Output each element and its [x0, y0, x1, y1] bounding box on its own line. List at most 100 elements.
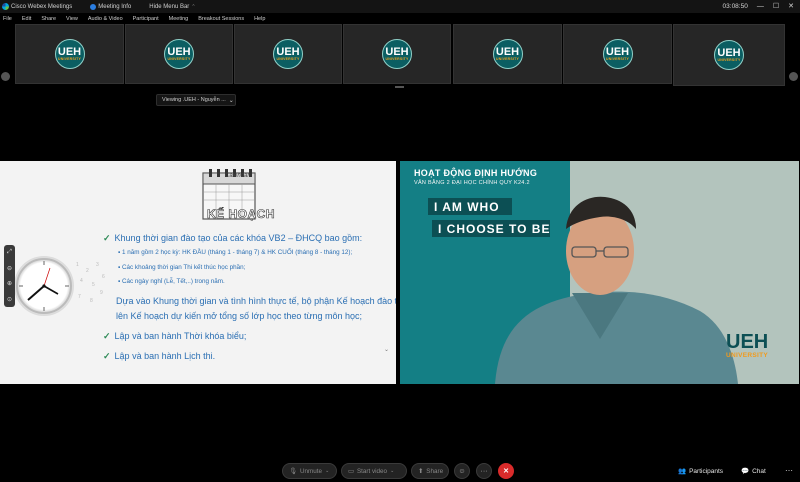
check-icon: ✓ — [103, 351, 111, 361]
participant-thumbnail[interactable]: UEH UNIVERSITY — [453, 24, 562, 84]
microphone-muted-icon: 🎙 — [289, 468, 297, 475]
check-icon: ✓ — [103, 233, 111, 243]
ueh-logo-icon: UEH UNIVERSITY — [54, 39, 85, 69]
unmute-button[interactable]: 🎙 Unmute ⌄ — [282, 463, 337, 479]
window-controls: 03:08:50 — ☐ ✕ — [723, 0, 794, 13]
ueh-logo-icon: UEH UNIVERSITY — [602, 39, 633, 69]
svg-text:2: 2 — [86, 268, 89, 274]
slide-bullet-exams: ▪ Các khoảng thời gian Thi kết thúc học … — [118, 264, 246, 271]
zoom-controls: ⤢ ⊖ ⊕ ⊙ — [4, 245, 15, 307]
menu-audio-video[interactable]: Audio & Video — [88, 16, 123, 22]
check-icon: ✓ — [103, 331, 111, 341]
video-off-icon: ▭ — [348, 467, 354, 475]
hide-menu-bar-label: Hide Menu Bar — [149, 3, 190, 10]
share-icon: ⬆ — [418, 467, 424, 475]
ueh-logo-icon: UEH UNIVERSITY — [714, 40, 744, 70]
slide-paragraph-line1: Dựa vào Khung thời gian và tình hình thự… — [116, 296, 396, 306]
viewing-selector[interactable]: Viewing .UEH - Nguyễn ... ⌄ — [156, 94, 236, 106]
svg-text:7: 7 — [78, 294, 81, 300]
calendar-label: Calendar — [225, 173, 250, 179]
menu-meeting[interactable]: Meeting — [169, 16, 189, 22]
zoom-out-icon[interactable]: ⊖ — [7, 265, 12, 272]
orientation-title: HOẠT ĐỘNG ĐỊNH HƯỚNG — [414, 168, 538, 178]
reactions-button[interactable]: ☺ — [454, 463, 470, 479]
leave-meeting-button[interactable]: ✕ — [498, 463, 514, 479]
participant-thumbnail[interactable]: UEH UNIVERSITY — [673, 24, 785, 86]
more-options-button[interactable]: ··· — [476, 463, 492, 479]
speaker-video: HOẠT ĐỘNG ĐỊNH HƯỚNG VĂN BẰNG 2 ĐẠI HỌC … — [400, 161, 799, 384]
fit-icon[interactable]: ⤢ — [7, 249, 12, 256]
webex-window: Cisco Webex Meetings Meeting Info Hide M… — [0, 0, 800, 482]
zoom-in-icon[interactable]: ⊕ — [7, 280, 12, 287]
svg-text:5: 5 — [92, 282, 95, 288]
menu-edit[interactable]: Edit — [22, 16, 31, 22]
viewing-label: Viewing .UEH - Nguyễn ... — [162, 97, 226, 103]
menu-file[interactable]: File — [3, 16, 12, 22]
svg-text:3: 3 — [96, 262, 99, 268]
meeting-info-button[interactable]: Meeting Info — [90, 3, 132, 10]
zoom-reset-icon[interactable]: ⊙ — [7, 296, 12, 303]
app-title: Cisco Webex Meetings — [11, 3, 73, 10]
menu-breakout-sessions[interactable]: Breakout Sessions — [198, 16, 244, 22]
svg-text:9: 9 — [100, 290, 103, 296]
share-label: Share — [426, 467, 444, 475]
plan-heading: KẾ HOẠCH — [207, 207, 276, 222]
thumbnail-resize-handle[interactable] — [395, 86, 404, 88]
orientation-subtitle: VĂN BẰNG 2 ĐẠI HỌC CHÍNH QUY K24.2 — [414, 180, 530, 186]
meeting-info-label: Meeting Info — [98, 3, 132, 10]
smiley-icon: ☺ — [458, 467, 466, 475]
more-icon: ··· — [480, 467, 488, 475]
participant-thumbnail[interactable]: UEH UNIVERSITY — [15, 24, 124, 84]
participant-thumbnail[interactable]: UEH UNIVERSITY — [125, 24, 233, 84]
minimize-button[interactable]: — — [757, 0, 764, 13]
ueh-logo-icon: UEH UNIVERSITY — [164, 39, 194, 69]
chevron-down-icon: ⌄ — [390, 468, 395, 474]
menu-bar: File Edit Share View Audio & Video Parti… — [0, 13, 800, 24]
close-button[interactable]: ✕ — [788, 0, 794, 13]
clock-icon — [14, 256, 74, 316]
participants-icon: 👥 — [678, 468, 687, 475]
chat-label: Chat — [752, 467, 766, 475]
info-icon — [90, 3, 97, 10]
menu-participant[interactable]: Participant — [133, 16, 159, 22]
chevron-up-icon: ⌃ — [191, 3, 196, 10]
thumbnails-next-button[interactable] — [789, 72, 798, 81]
participant-thumbnail[interactable]: UEH UNIVERSITY — [563, 24, 672, 84]
ueh-logo-icon: UEH UNIVERSITY — [382, 39, 412, 69]
chevron-down-icon: ⌄ — [228, 97, 234, 104]
participants-button[interactable]: 👥 Participants — [678, 463, 723, 479]
shared-content-slide: Calendar KẾ HOẠCH 1 2 3 4 5 6 7 8 9 ✓ Khung thờ… — [0, 161, 396, 384]
participants-label: Participants — [689, 467, 724, 475]
meeting-clock: 03:08:50 — [722, 3, 748, 10]
maximize-button[interactable]: ☐ — [773, 0, 779, 13]
menu-help[interactable]: Help — [254, 16, 265, 22]
slogan-banner-1: I AM WHO — [428, 198, 512, 215]
slogan-banner-2: I CHOOSE TO BE — [432, 220, 550, 237]
svg-text:6: 6 — [102, 274, 105, 280]
hide-menu-bar-button[interactable]: Hide Menu Bar ⌃ — [149, 4, 195, 10]
more-panels-icon[interactable]: ⋯ — [785, 466, 793, 475]
start-video-label: Start video — [356, 467, 388, 475]
ueh-logo-sub: UNIVERSITY — [726, 352, 769, 359]
thumbnails-prev-button[interactable] — [1, 72, 10, 81]
share-button[interactable]: ⬆ Share — [411, 463, 449, 479]
ueh-logo-word: UEH — [726, 331, 769, 353]
slide-more-icon[interactable]: ⌄ — [384, 346, 389, 353]
slide-line-exam-schedule: ✓ Lập và ban hành Lịch thi. — [103, 351, 216, 361]
svg-text:4: 4 — [80, 278, 83, 284]
menu-view[interactable]: View — [66, 16, 78, 22]
participant-thumbnails: UEH UNIVERSITY UEH UNIVERSITY UEH UNIVER… — [0, 24, 800, 86]
chat-button[interactable]: 💬 Chat — [741, 463, 766, 479]
close-icon: ✕ — [503, 468, 509, 475]
meeting-controls-bar: 🎙 Unmute ⌄ ▭ Start video ⌄ ⬆ Share ☺ ···… — [0, 460, 800, 482]
menu-share[interactable]: Share — [41, 16, 56, 22]
chat-icon: 💬 — [741, 468, 750, 475]
slide-paragraph-line2: lên Kế hoạch dự kiến mở tổng số lớp học … — [116, 311, 362, 321]
participant-thumbnail[interactable]: UEH UNIVERSITY — [234, 24, 342, 84]
svg-text:8: 8 — [90, 298, 93, 304]
webex-logo-icon — [2, 3, 9, 10]
start-video-button[interactable]: ▭ Start video ⌄ — [341, 463, 407, 479]
participant-thumbnail[interactable]: UEH UNIVERSITY — [343, 24, 451, 84]
ueh-logo-icon: UEH UNIVERSITY — [492, 39, 523, 69]
svg-text:1: 1 — [76, 262, 79, 268]
